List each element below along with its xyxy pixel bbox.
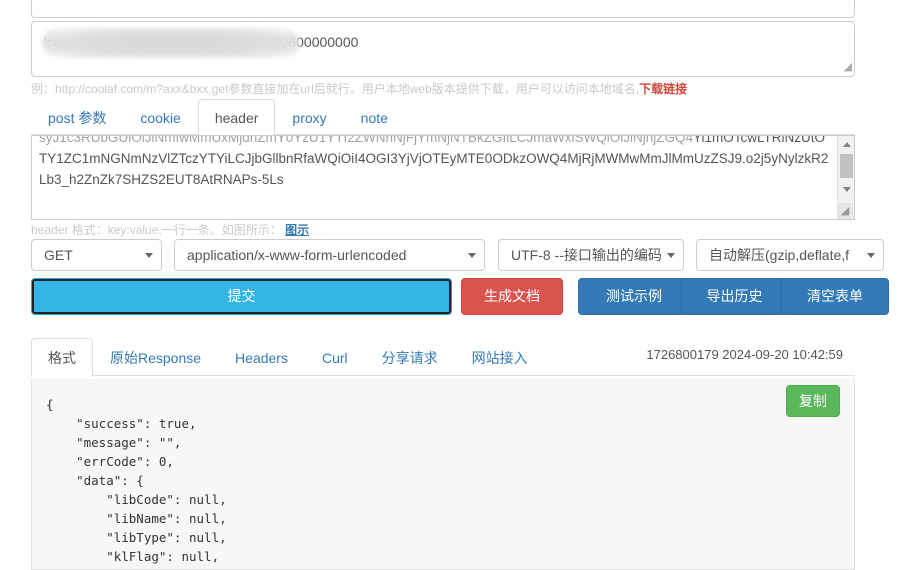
response-timestamp: 1726800179 2024-09-20 10:42:59 — [646, 347, 843, 362]
header-textarea[interactable]: syJ1c3RUbGUiOiJiNmIwMmUxMjdhZmY0YzU1YTI2… — [31, 135, 855, 220]
generate-doc-button[interactable]: 生成文档 — [461, 278, 563, 315]
scroll-down-icon[interactable] — [838, 181, 854, 198]
tab-note[interactable]: note — [344, 99, 405, 136]
content-type-value: application/x-www-form-urlencoded — [187, 247, 407, 263]
header-format-hint-text: header 格式：key:value,一行一条。如图所示： — [31, 223, 282, 237]
http-method-select[interactable]: GET — [31, 239, 162, 271]
previous-field-clipped[interactable] — [31, 0, 855, 18]
encoding-value: UTF-8 --接口输出的编码 — [511, 247, 662, 263]
tab-format[interactable]: 格式 — [31, 338, 93, 377]
clear-form-button[interactable]: 清空表单 — [781, 278, 889, 315]
action-buttons-row: 提交 生成文档 测试示例 导出历史 清空表单 — [31, 278, 889, 315]
param-tabs-list: post 参数 cookie header proxy note — [31, 99, 855, 136]
submit-button[interactable]: 提交 — [31, 278, 452, 315]
tab-curl[interactable]: Curl — [305, 338, 365, 377]
url-hint: 例：http://coolaf.com/m?axx&bxx,get参数直接加在u… — [31, 80, 687, 97]
tab-share-request[interactable]: 分享请求 — [365, 338, 455, 377]
chevron-down-icon — [867, 253, 875, 258]
response-body-panel: { "success": true, "message": "", "errCo… — [31, 379, 855, 570]
content-type-select[interactable]: application/x-www-form-urlencoded — [174, 239, 485, 271]
decompress-value: 自动解压(gzip,deflate,f — [709, 247, 850, 263]
chevron-down-icon — [468, 253, 476, 258]
tab-raw-response[interactable]: 原始Response — [93, 338, 218, 377]
chevron-down-icon — [145, 253, 153, 258]
request-options-row: GET application/x-www-form-urlencoded UT… — [31, 239, 884, 271]
redaction-overlay — [42, 28, 300, 58]
tab-post-params[interactable]: post 参数 — [31, 99, 123, 136]
encoding-select[interactable]: UTF-8 --接口输出的编码 — [498, 239, 684, 271]
scroll-up-icon[interactable] — [838, 136, 854, 153]
test-example-button[interactable]: 测试示例 — [578, 278, 690, 315]
http-method-value: GET — [44, 247, 73, 263]
url-hint-text: 例：http://coolaf.com/m?axx&bxx,get参数直接加在u… — [31, 82, 640, 96]
download-link[interactable]: 下载链接 — [639, 82, 687, 96]
header-format-hint: header 格式：key:value,一行一条。如图所示： 图示 — [31, 221, 309, 238]
textarea-resize-grip-icon[interactable]: ◢ — [837, 203, 853, 219]
header-line-clipped: syJ1c3RUbGUiOiJiNmIwMmUxMjdhZmY0YzU1YTI2… — [39, 135, 694, 145]
copy-button[interactable]: 复制 — [786, 385, 840, 417]
illustration-link[interactable]: 图示 — [285, 223, 309, 237]
export-history-button[interactable]: 导出历史 — [681, 278, 788, 315]
response-tabs: 格式 原始Response Headers Curl 分享请求 网站接入 172… — [31, 338, 855, 377]
decompress-select[interactable]: 自动解压(gzip,deflate,f — [696, 239, 884, 271]
response-json: { "success": true, "message": "", "errCo… — [46, 397, 234, 569]
api-debug-page: 'counter/counterGroupLib?libCode=3206000… — [0, 0, 909, 570]
tab-cookie[interactable]: cookie — [123, 99, 197, 136]
tab-site-access[interactable]: 网站接入 — [455, 338, 545, 377]
tab-header[interactable]: header — [197, 99, 276, 136]
tab-headers[interactable]: Headers — [218, 338, 305, 377]
scrollbar-thumb[interactable] — [840, 154, 853, 178]
param-tabs: post 参数 cookie header proxy note — [31, 99, 855, 136]
resize-grip-icon[interactable]: ◢ — [839, 62, 852, 75]
header-textarea-content: syJ1c3RUbGUiOiJiNmIwMmUxMjdhZmY0YzU1YTI2… — [39, 135, 829, 190]
tab-proxy[interactable]: proxy — [275, 99, 343, 136]
chevron-down-icon — [667, 253, 675, 258]
